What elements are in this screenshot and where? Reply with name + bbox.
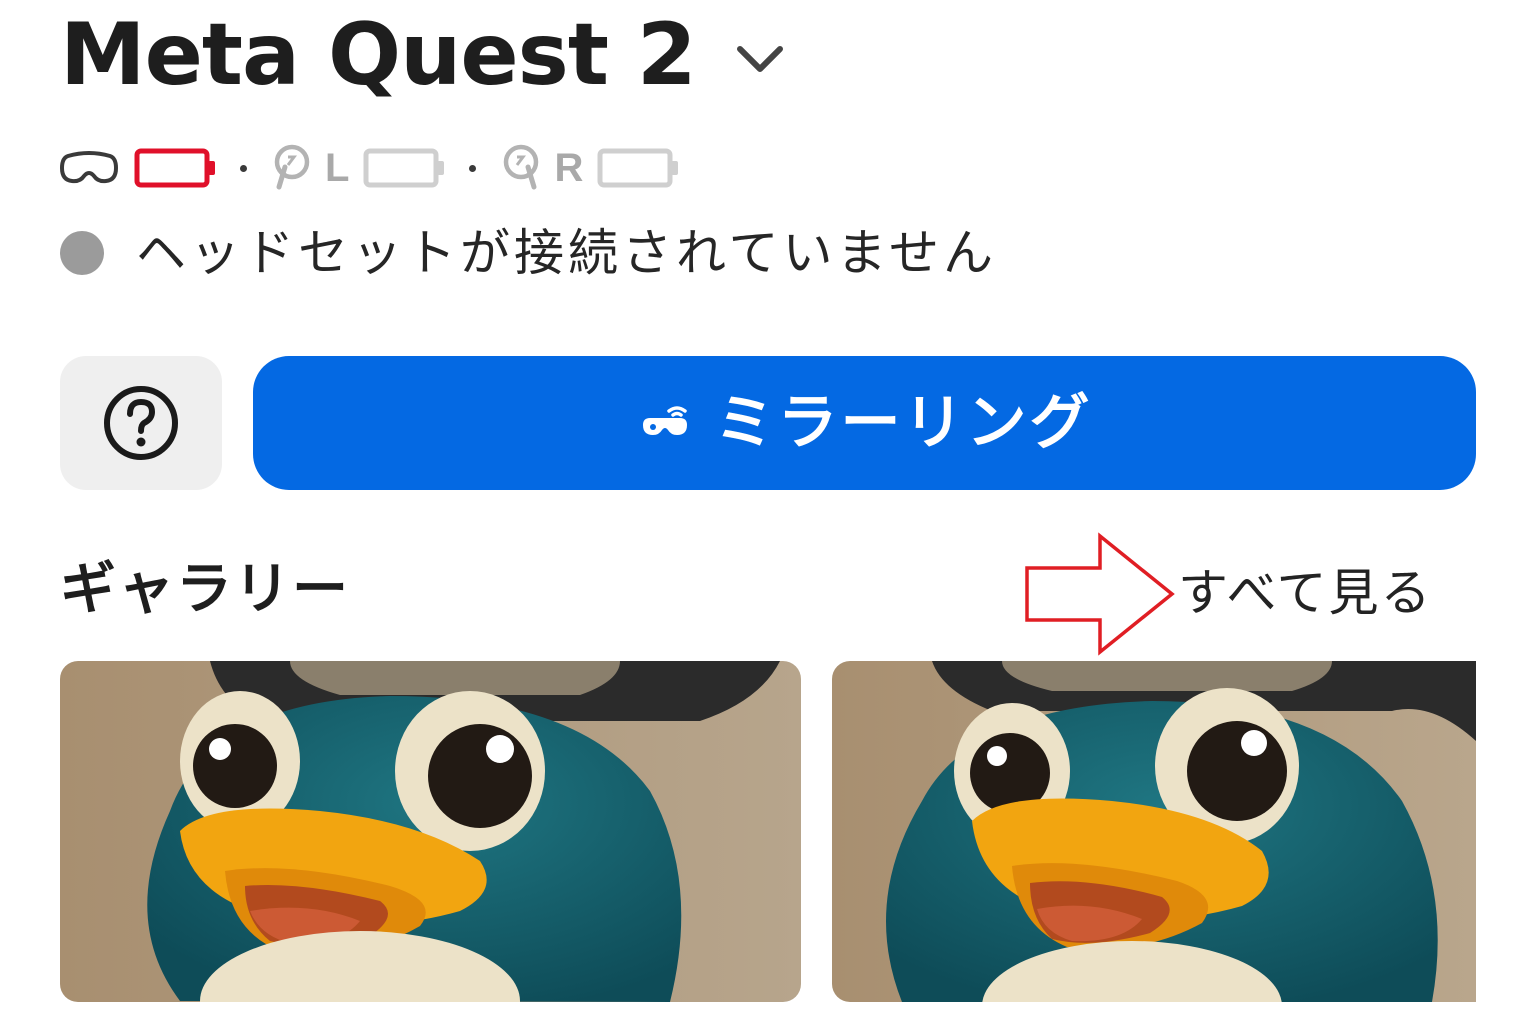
right-controller-icon xyxy=(504,144,539,190)
connection-status: ヘッドセットが接続されていません xyxy=(60,228,997,278)
penguin-character-image xyxy=(60,661,801,1002)
status-dot xyxy=(60,231,104,275)
left-controller-battery xyxy=(363,148,445,188)
separator-dot xyxy=(469,164,477,172)
right-controller-label: R xyxy=(554,145,584,190)
question-circle-icon xyxy=(104,386,178,460)
gallery-thumbnail[interactable] xyxy=(832,661,1476,1002)
mirroring-button[interactable]: ミラーリング xyxy=(253,356,1476,490)
connection-status-text: ヘッドセットが接続されていません xyxy=(136,224,997,282)
red-arrow-annotation xyxy=(1025,532,1175,656)
headset-icon xyxy=(59,151,119,184)
headset-battery xyxy=(134,148,215,188)
penguin-character-image xyxy=(832,661,1476,1002)
left-controller-label: L xyxy=(325,145,350,190)
gallery-thumbnail[interactable] xyxy=(60,661,801,1002)
device-selector[interactable]: Meta Quest 2 xyxy=(60,12,786,98)
right-controller-battery xyxy=(597,148,679,188)
chevron-down-icon[interactable] xyxy=(734,39,786,79)
separator-dot xyxy=(240,164,247,172)
help-button[interactable] xyxy=(60,356,222,490)
see-all-link[interactable]: すべて見る xyxy=(1178,568,1433,618)
gallery-title: ギャラリー xyxy=(60,557,350,622)
cast-icon xyxy=(642,406,687,435)
mirroring-label: ミラーリング xyxy=(714,388,1093,458)
battery-status-row: L R xyxy=(58,140,681,196)
device-title: Meta Quest 2 xyxy=(60,5,697,105)
left-controller-icon xyxy=(274,144,310,190)
